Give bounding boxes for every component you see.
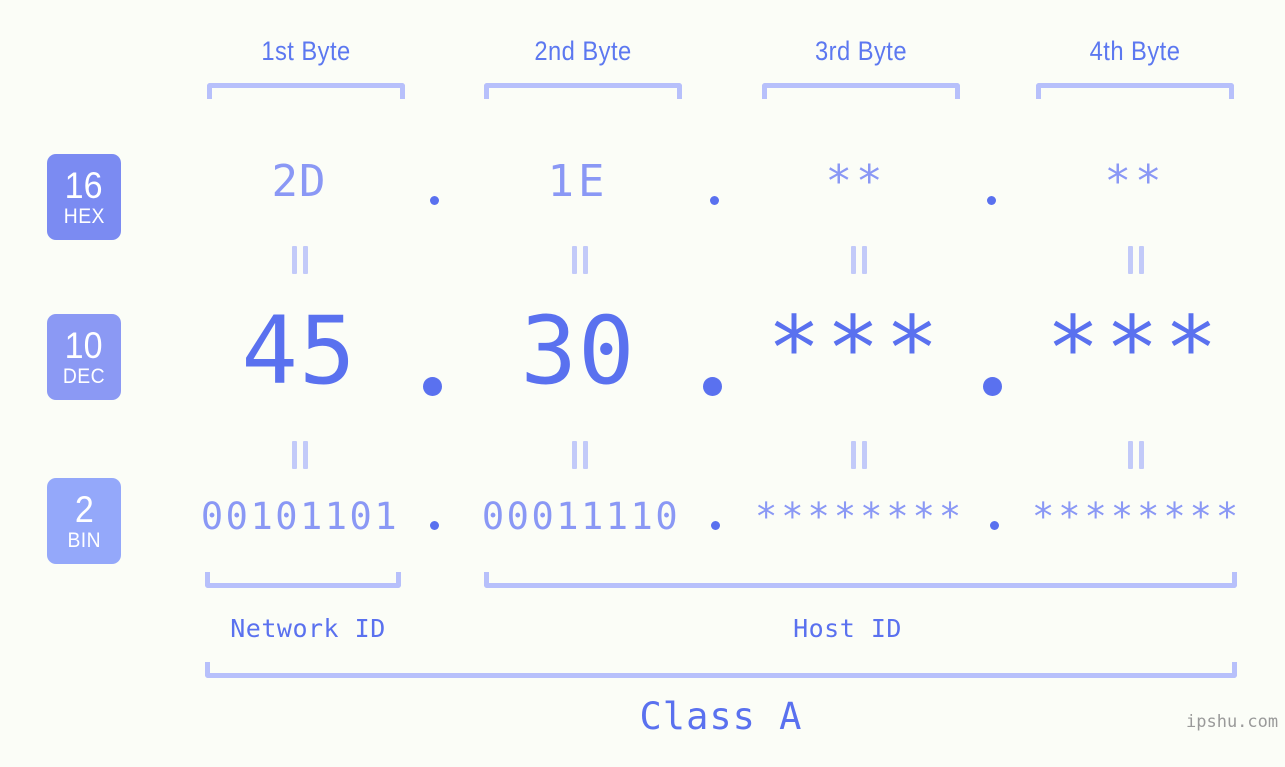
dec-separator-dot-2 bbox=[703, 377, 722, 396]
site-watermark: ipshu.com bbox=[1186, 712, 1279, 732]
dec-separator-dot-1 bbox=[423, 377, 442, 396]
bin-byte-2-value: 00011110 bbox=[481, 495, 681, 538]
byte-bracket-1 bbox=[207, 83, 405, 99]
equals-icon-hex-dec-1 bbox=[292, 246, 308, 274]
dec-byte-2-value: 30 bbox=[520, 297, 636, 406]
base-badge-hex-number: 16 bbox=[65, 165, 103, 206]
base-badge-hex-label: HEX bbox=[63, 205, 105, 228]
equals-icon-dec-bin-1 bbox=[292, 441, 308, 469]
base-badge-dec-number: 10 bbox=[65, 325, 103, 366]
byte-header-4: 4th Byte bbox=[1089, 36, 1181, 66]
base-badge-bin: 2 BIN bbox=[47, 478, 121, 564]
base-badge-bin-label: BIN bbox=[67, 529, 101, 552]
hex-separator-dot-2 bbox=[710, 196, 719, 205]
network-id-bracket bbox=[205, 572, 401, 588]
byte-header-3: 3rd Byte bbox=[814, 36, 908, 66]
hex-separator-dot-1 bbox=[430, 196, 439, 205]
dec-byte-3-value: *** bbox=[767, 297, 945, 400]
bin-separator-dot-1 bbox=[430, 521, 439, 530]
class-bracket bbox=[205, 662, 1237, 678]
base-badge-hex: 16 HEX bbox=[47, 154, 121, 240]
ip-address-breakdown-diagram: 1st Byte 2nd Byte 3rd Byte 4th Byte 16 H… bbox=[0, 0, 1285, 767]
byte-bracket-3 bbox=[762, 83, 960, 99]
bin-byte-4-value: ******** bbox=[1032, 495, 1243, 538]
byte-bracket-4 bbox=[1036, 83, 1234, 99]
hex-byte-1-value: 2D bbox=[271, 156, 327, 207]
hex-byte-3-value: ** bbox=[825, 156, 887, 207]
bin-separator-dot-2 bbox=[711, 521, 720, 530]
hex-separator-dot-3 bbox=[987, 196, 996, 205]
network-id-label: Network ID bbox=[230, 614, 386, 643]
class-label: Class A bbox=[639, 695, 803, 738]
equals-icon-hex-dec-2 bbox=[572, 246, 588, 274]
byte-header-1: 1st Byte bbox=[261, 36, 351, 66]
equals-icon-hex-dec-3 bbox=[851, 246, 867, 274]
bin-byte-1-value: 00101101 bbox=[200, 495, 400, 538]
equals-icon-dec-bin-3 bbox=[851, 441, 867, 469]
equals-icon-dec-bin-4 bbox=[1128, 441, 1144, 469]
dec-byte-4-value: *** bbox=[1046, 297, 1224, 400]
base-badge-dec-label: DEC bbox=[62, 365, 106, 388]
equals-icon-dec-bin-2 bbox=[572, 441, 588, 469]
byte-bracket-2 bbox=[484, 83, 682, 99]
hex-byte-2-value: 1E bbox=[547, 156, 609, 207]
dec-byte-1-value: 45 bbox=[241, 297, 357, 406]
base-badge-dec: 10 DEC bbox=[47, 314, 121, 400]
bin-separator-dot-3 bbox=[990, 521, 999, 530]
bin-byte-3-value: ******** bbox=[755, 495, 966, 538]
base-badge-bin-number: 2 bbox=[74, 489, 94, 530]
hex-byte-4-value: ** bbox=[1104, 156, 1166, 207]
host-id-bracket bbox=[484, 572, 1237, 588]
byte-header-2: 2nd Byte bbox=[534, 36, 632, 66]
host-id-label: Host ID bbox=[793, 614, 902, 643]
equals-icon-hex-dec-4 bbox=[1128, 246, 1144, 274]
dec-separator-dot-3 bbox=[983, 377, 1002, 396]
